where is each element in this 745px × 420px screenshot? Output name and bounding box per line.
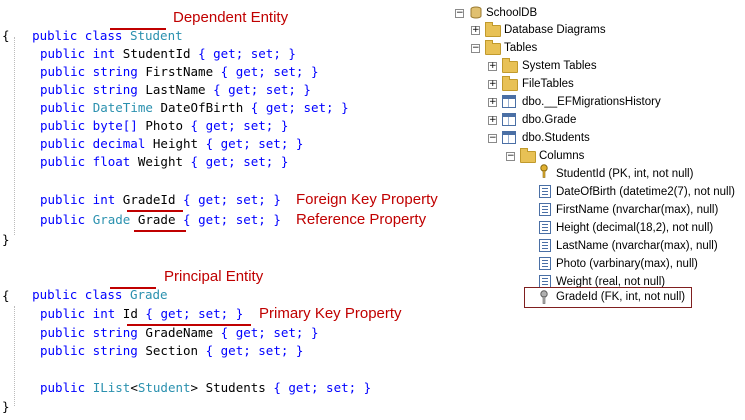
- close-brace: }: [2, 399, 10, 414]
- property-line: public string FirstName { get; set; }: [40, 64, 319, 79]
- folder-icon: [485, 40, 501, 55]
- keyword: public class: [32, 28, 123, 43]
- collapse-toggle[interactable]: −: [506, 152, 515, 161]
- primary-key-property-line: public int Id { get; set; }: [40, 306, 244, 321]
- collapse-toggle[interactable]: −: [455, 9, 464, 18]
- expand-toggle[interactable]: +: [471, 26, 480, 35]
- close-brace: }: [2, 232, 10, 247]
- property-line: public string GradeName { get; set; }: [40, 325, 319, 340]
- expand-toggle[interactable]: +: [488, 98, 497, 107]
- column-icon: [539, 239, 551, 252]
- reference-property-underline: [134, 230, 186, 232]
- property-line: public int StudentId { get; set; }: [40, 46, 296, 61]
- property-line: public float Weight { get; set; }: [40, 154, 289, 169]
- tree-item-migrations-table[interactable]: dbo.__EFMigrationsHistory: [522, 93, 661, 111]
- property-line: public byte[] Photo { get; set; }: [40, 118, 289, 133]
- tree-item-column-gradeid[interactable]: GradeId (FK, int, not null): [556, 288, 685, 306]
- column-icon: [539, 257, 551, 270]
- indent-guide: [14, 37, 15, 235]
- foreign-key-annotation: Foreign Key Property: [296, 191, 438, 208]
- tree-item-column[interactable]: DateOfBirth (datetime2(7), not null): [556, 183, 735, 201]
- table-icon: [502, 131, 516, 144]
- property-line: public string Section { get; set; }: [40, 343, 304, 358]
- property-line: public decimal Height { get; set; }: [40, 136, 304, 151]
- collapse-toggle[interactable]: −: [488, 134, 497, 143]
- expand-toggle[interactable]: +: [488, 80, 497, 89]
- tree-item-system-tables[interactable]: System Tables: [522, 57, 597, 75]
- property-line: public DateTime DateOfBirth { get; set; …: [40, 100, 349, 115]
- column-icon: [539, 221, 551, 234]
- column-icon: [539, 203, 551, 216]
- class-name: Student: [129, 28, 183, 43]
- reference-property-line: public Grade Grade { get; set; }: [40, 212, 281, 227]
- open-brace: {: [2, 28, 10, 43]
- collection-property-line: public IList<Student> Students { get; se…: [40, 380, 372, 395]
- class-name-underline: [110, 287, 156, 289]
- table-icon: [502, 95, 516, 108]
- object-explorer-tree: − SchoolDB + Database Diagrams − Tables …: [450, 0, 745, 420]
- tree-item-database-diagrams[interactable]: Database Diagrams: [504, 21, 606, 39]
- tree-item-database[interactable]: SchoolDB: [486, 4, 537, 22]
- folder-icon: [502, 76, 518, 91]
- tree-item-column[interactable]: StudentId (PK, int, not null): [556, 165, 693, 183]
- collapse-toggle[interactable]: −: [471, 44, 480, 53]
- foreign-key-icon: [540, 290, 548, 304]
- class-name: Grade: [129, 287, 168, 302]
- tree-item-column[interactable]: Photo (varbinary(max), null): [556, 255, 698, 273]
- tree-item-grade-table[interactable]: dbo.Grade: [522, 111, 576, 129]
- grade-class-declaration: public class Grade: [2, 268, 167, 302]
- keyword: public class: [32, 287, 123, 302]
- tree-item-filetables[interactable]: FileTables: [522, 75, 574, 93]
- dependent-entity-annotation: Dependent Entity: [173, 9, 289, 26]
- code-editor: public class Student Dependent Entity { …: [0, 0, 455, 420]
- tree-item-column[interactable]: FirstName (nvarchar(max), null): [556, 201, 718, 219]
- tree-item-column[interactable]: LastName (nvarchar(max), null): [556, 237, 718, 255]
- database-icon: [470, 6, 482, 19]
- primary-key-icon: [540, 164, 548, 178]
- expand-toggle[interactable]: +: [488, 116, 497, 125]
- foreign-key-property-line: public int GradeId { get; set; }: [40, 192, 281, 207]
- tree-item-columns[interactable]: Columns: [539, 147, 584, 165]
- tree-item-tables[interactable]: Tables: [504, 39, 537, 57]
- tree-item-students-table[interactable]: dbo.Students: [522, 129, 590, 147]
- property-line: public string LastName { get; set; }: [40, 82, 311, 97]
- class-name-underline: [110, 28, 166, 30]
- folder-icon: [502, 58, 518, 73]
- principal-entity-annotation: Principal Entity: [164, 268, 264, 285]
- expand-toggle[interactable]: +: [488, 62, 497, 71]
- primary-key-annotation: Primary Key Property: [259, 305, 402, 322]
- table-icon: [502, 113, 516, 126]
- open-brace: {: [2, 288, 10, 303]
- column-icon: [539, 185, 551, 198]
- tree-item-column[interactable]: Height (decimal(18,2), not null): [556, 219, 713, 237]
- folder-icon: [485, 22, 501, 37]
- folder-icon: [520, 148, 536, 163]
- student-class-declaration: public class Student: [2, 9, 183, 43]
- reference-property-annotation: Reference Property: [296, 211, 427, 228]
